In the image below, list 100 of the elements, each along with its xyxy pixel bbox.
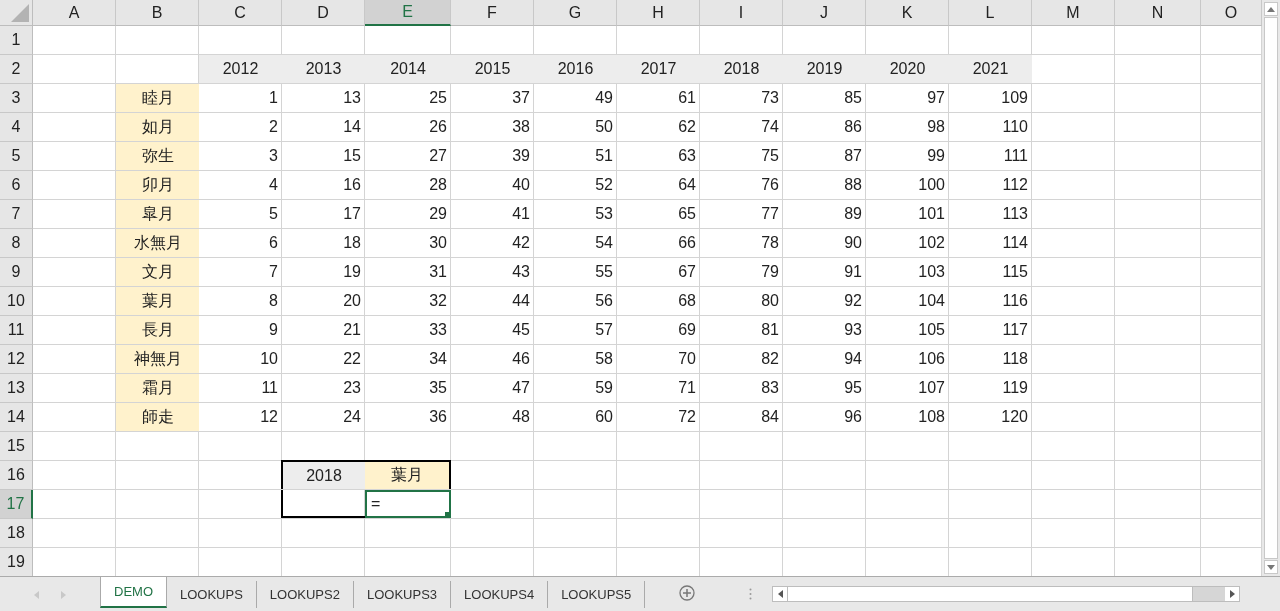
- number-cell-text: 82: [760, 349, 780, 369]
- column-header[interactable]: B: [116, 0, 199, 26]
- scroll-tabs-left-icon[interactable]: [34, 591, 39, 599]
- column-header[interactable]: L: [949, 0, 1032, 26]
- number-cell-text: 103: [917, 262, 946, 282]
- number-cell-text: 36: [428, 407, 448, 427]
- number-cell-text: 98: [926, 117, 946, 137]
- row-header[interactable]: 12: [0, 345, 33, 374]
- column-header[interactable]: M: [1032, 0, 1115, 26]
- number-cell-text: 81: [760, 320, 780, 340]
- month-cell: 卯月: [116, 171, 199, 199]
- number-cell-text: 77: [760, 204, 780, 224]
- year-header-cell: 2012: [199, 55, 282, 83]
- number-cell-text: 26: [428, 117, 448, 137]
- active-cell[interactable]: =: [365, 490, 451, 518]
- number-cell-text: 105: [917, 320, 946, 340]
- fill-handle[interactable]: [445, 512, 450, 517]
- column-header[interactable]: G: [534, 0, 617, 26]
- month-cell: 葉月: [116, 287, 199, 315]
- row-header[interactable]: 7: [0, 200, 33, 229]
- row-header[interactable]: 6: [0, 171, 33, 200]
- year-header-cell: 2018: [700, 55, 783, 83]
- row-header[interactable]: 1: [0, 26, 33, 55]
- row-header[interactable]: 18: [0, 519, 33, 548]
- row-header[interactable]: 14: [0, 403, 33, 432]
- number-cell-text: 24: [342, 407, 362, 427]
- sheet-tab[interactable]: DEMO: [100, 577, 167, 608]
- number-cell-text: 87: [843, 146, 863, 166]
- column-header[interactable]: C: [199, 0, 282, 26]
- number-cell-text: 76: [760, 175, 780, 195]
- scroll-tabs-right-icon[interactable]: [61, 591, 66, 599]
- row-header[interactable]: 3: [0, 84, 33, 113]
- number-cell-text: 21: [342, 320, 362, 340]
- number-cell-text: 62: [677, 117, 697, 137]
- row-header[interactable]: 5: [0, 142, 33, 171]
- number-cell-text: 56: [594, 291, 614, 311]
- number-cell-text: 19: [342, 262, 362, 282]
- year-header-cell: 2016: [534, 55, 617, 83]
- number-cell-text: 104: [917, 291, 946, 311]
- column-header[interactable]: N: [1115, 0, 1201, 26]
- caret-down-icon: [1267, 564, 1275, 570]
- row-header[interactable]: 11: [0, 316, 33, 345]
- column-header[interactable]: H: [617, 0, 700, 26]
- caret-right-icon: [1229, 590, 1235, 598]
- number-cell-text: 88: [843, 175, 863, 195]
- number-cell-text: 114: [1001, 233, 1029, 253]
- row-header[interactable]: 8: [0, 229, 33, 258]
- scroll-down-button[interactable]: [1264, 560, 1278, 574]
- sheet-tab[interactable]: LOOKUPS: [167, 581, 257, 608]
- month-cell: 文月: [116, 258, 199, 286]
- number-cell-text: 40: [511, 175, 531, 195]
- column-header[interactable]: A: [33, 0, 116, 26]
- number-cell-text: 16: [342, 175, 362, 195]
- horizontal-scrollbar[interactable]: [772, 586, 1241, 602]
- scroll-up-button[interactable]: [1264, 2, 1278, 16]
- column-header[interactable]: J: [783, 0, 866, 26]
- row-header[interactable]: 17: [0, 490, 33, 519]
- vertical-scrollbar[interactable]: [1262, 0, 1280, 576]
- column-header[interactable]: I: [700, 0, 783, 26]
- number-cell-text: 3: [268, 146, 279, 166]
- number-cell-text: 45: [511, 320, 531, 340]
- row-header[interactable]: 16: [0, 461, 33, 490]
- month-cell: 神無月: [116, 345, 199, 373]
- sheet-tab[interactable]: LOOKUPS5: [548, 581, 646, 608]
- number-cell-text: 5: [268, 204, 279, 224]
- row-header[interactable]: 2: [0, 55, 33, 84]
- number-cell-text: 115: [1001, 262, 1029, 282]
- number-cell-text: 34: [428, 349, 448, 369]
- number-cell-text: 75: [760, 146, 780, 166]
- sheet-tab[interactable]: LOOKUPS4: [451, 581, 549, 608]
- month-cell: 皐月: [116, 200, 199, 228]
- select-all-button[interactable]: [0, 0, 33, 26]
- number-cell-text: 107: [917, 378, 946, 398]
- number-cell-text: 30: [428, 233, 448, 253]
- number-cell-text: 1: [268, 88, 279, 108]
- sheet-tab[interactable]: LOOKUPS2: [256, 581, 354, 608]
- number-cell-text: 51: [594, 146, 614, 166]
- number-cell-text: 6: [268, 233, 279, 253]
- column-header[interactable]: D: [282, 0, 365, 26]
- column-header[interactable]: O: [1201, 0, 1262, 26]
- month-cell: 師走: [116, 403, 199, 431]
- scrollbar-thumb[interactable]: [1264, 17, 1278, 559]
- row-header[interactable]: 13: [0, 374, 33, 403]
- splitter-dots-icon[interactable]: [749, 588, 753, 600]
- row-header[interactable]: 10: [0, 287, 33, 316]
- column-header[interactable]: E: [365, 0, 451, 26]
- number-cell-text: 86: [843, 117, 863, 137]
- row-header[interactable]: 9: [0, 258, 33, 287]
- row-header[interactable]: 15: [0, 432, 33, 461]
- column-header[interactable]: K: [866, 0, 949, 26]
- row-header[interactable]: 4: [0, 113, 33, 142]
- row-header[interactable]: 19: [0, 548, 33, 576]
- column-header[interactable]: F: [451, 0, 534, 26]
- number-cell-text: 61: [677, 88, 697, 108]
- add-sheet-icon[interactable]: [679, 585, 696, 601]
- number-cell-text: 54: [594, 233, 614, 253]
- number-cell-text: 52: [594, 175, 614, 195]
- corner-triangle-icon: [11, 4, 29, 22]
- number-cell-text: 44: [511, 291, 531, 311]
- sheet-tab[interactable]: LOOKUPS3: [353, 581, 452, 608]
